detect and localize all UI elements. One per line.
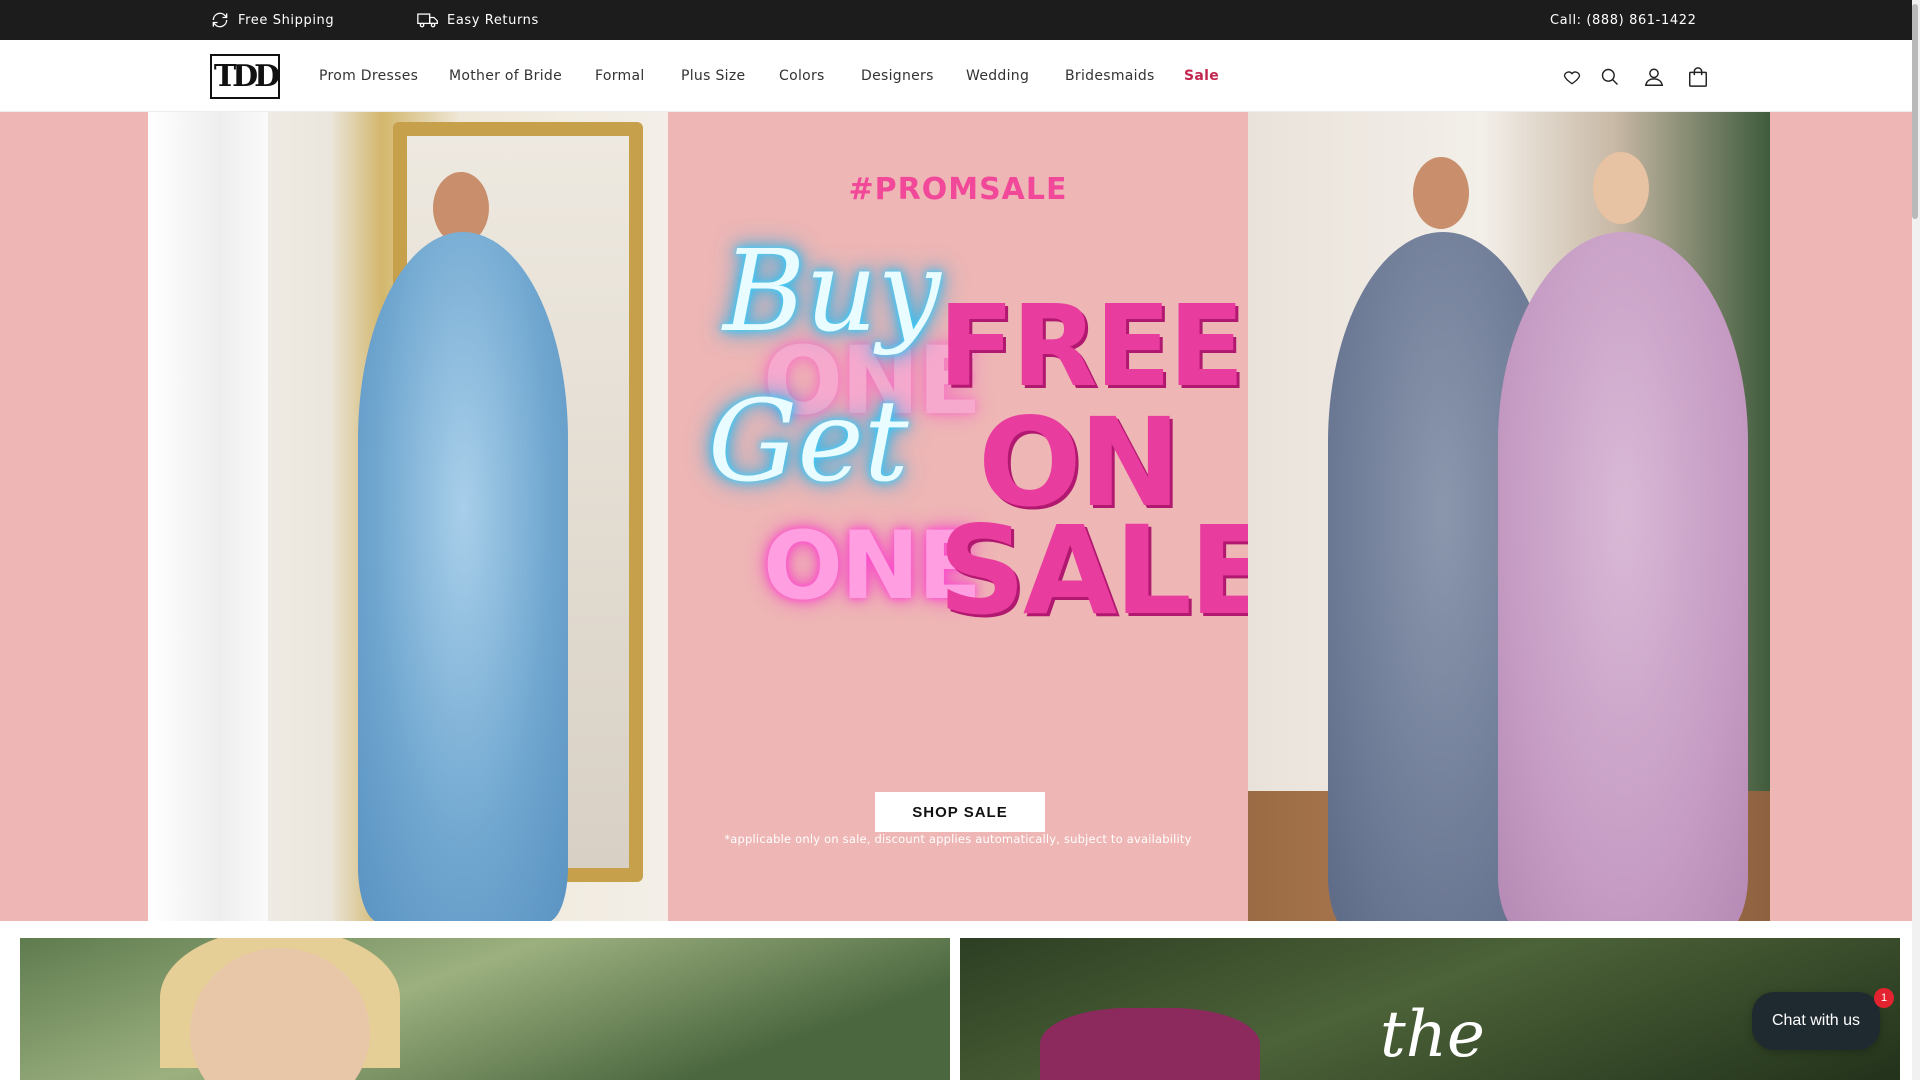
- hero-photo-right: [1248, 112, 1770, 921]
- cart-icon[interactable]: [1686, 64, 1710, 90]
- promo-get-script: Get: [708, 377, 909, 507]
- site-header: TDD Prom Dresses Mother of Bride Formal …: [0, 40, 1920, 112]
- promo-sale: SALE: [938, 500, 1272, 642]
- promo-buy-script: Buy: [723, 227, 941, 357]
- promo-disclaimer: *applicable only on sale, discount appli…: [724, 832, 1192, 846]
- logo-text: TDD: [213, 59, 280, 94]
- curtain: [148, 112, 268, 921]
- search-icon[interactable]: [1598, 64, 1622, 90]
- chat-with-us-button[interactable]: Chat with us: [1752, 992, 1880, 1050]
- nav-mother-of-bride[interactable]: Mother of Bride: [449, 68, 595, 84]
- free-shipping-label: Free Shipping: [238, 12, 335, 28]
- heart-icon[interactable]: [1560, 64, 1584, 90]
- scrollbar-thumb[interactable]: [1912, 4, 1918, 219]
- store-logo[interactable]: TDD: [210, 54, 280, 99]
- nav-plus-size[interactable]: Plus Size: [681, 68, 779, 84]
- refresh-icon: [210, 10, 230, 30]
- nav-bridesmaids[interactable]: Bridesmaids: [1065, 68, 1184, 84]
- tile-script-the: the: [1380, 998, 1485, 1072]
- promo-hashtag: #PROMSALE: [848, 172, 1068, 207]
- lilac-glitter-gown: [1498, 232, 1748, 921]
- model-head: [1413, 157, 1469, 229]
- model-head: [1593, 152, 1649, 224]
- easy-returns-label: Easy Returns: [447, 12, 539, 28]
- account-icon[interactable]: [1642, 64, 1666, 90]
- truck-icon: [417, 10, 439, 30]
- hero-photo-left: [148, 112, 668, 921]
- blue-sequin-gown: [358, 232, 568, 921]
- announcement-bar: Free Shipping Easy Returns Call: (888) 8…: [0, 0, 1920, 40]
- nav-formal[interactable]: Formal: [595, 68, 681, 84]
- free-shipping-notice[interactable]: Free Shipping: [210, 0, 334, 40]
- promo-panel: #PROMSALE ONE Buy Get ONE FREE ON SALE S…: [668, 112, 1272, 921]
- chat-notification-badge: 1: [1874, 988, 1894, 1008]
- nav-colors[interactable]: Colors: [779, 68, 861, 84]
- hero-banner[interactable]: #PROMSALE ONE Buy Get ONE FREE ON SALE S…: [0, 112, 1920, 921]
- phone-number[interactable]: Call: (888) 861-1422: [1550, 0, 1696, 40]
- nav-sale[interactable]: Sale: [1184, 68, 1219, 84]
- phone-label: Call: (888) 861-1422: [1550, 12, 1697, 28]
- nav-prom-dresses[interactable]: Prom Dresses: [319, 68, 443, 84]
- page-scrollbar[interactable]: [1912, 0, 1920, 1080]
- magenta-gown: [1040, 1008, 1260, 1080]
- main-nav: Prom Dresses Mother of Bride Formal Plus…: [319, 40, 1219, 112]
- nav-wedding[interactable]: Wedding: [966, 68, 1065, 84]
- nav-designers[interactable]: Designers: [861, 68, 966, 84]
- chat-label: Chat with us: [1771, 1012, 1861, 1029]
- collection-tile-left[interactable]: [20, 938, 950, 1080]
- easy-returns-notice[interactable]: Easy Returns: [417, 0, 539, 40]
- shop-sale-button[interactable]: SHOP SALE: [875, 792, 1045, 832]
